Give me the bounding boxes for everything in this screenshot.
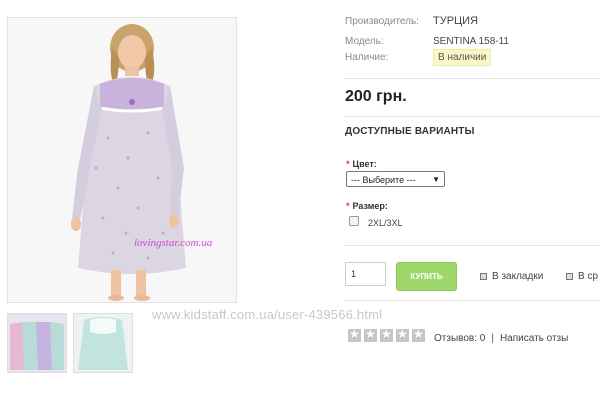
- required-mark: *: [346, 201, 350, 211]
- divider: [344, 116, 600, 117]
- size-label: * Размер:: [346, 201, 388, 211]
- star-icon: [380, 327, 393, 342]
- manufacturer-value: ТУРЦИЯ: [433, 15, 479, 27]
- bookmark-icon: [480, 272, 487, 280]
- image-watermark: lovingstar.com.ua: [134, 237, 213, 249]
- star-icon: [348, 327, 361, 342]
- color-select-value: --- Выберите ---: [351, 175, 416, 185]
- compare-label: В ср: [578, 271, 599, 282]
- stock-badge: В наличии: [433, 49, 492, 66]
- required-mark: *: [346, 159, 350, 169]
- product-photo: [8, 18, 236, 302]
- product-price: 200 грн.: [345, 88, 407, 105]
- model-row: Модель: SENTINA 158-11: [345, 36, 509, 47]
- thumbnail-2-image: [74, 314, 132, 372]
- reviews-count-link[interactable]: Отзывов: 0: [434, 333, 485, 344]
- thumbnail-2[interactable]: [73, 313, 133, 373]
- stock-row: Наличие: В наличии: [345, 49, 492, 66]
- size-option-label: 2XL/3XL: [368, 218, 403, 228]
- manufacturer-row: Производитель: ТУРЦИЯ: [345, 15, 478, 27]
- product-main-image[interactable]: lovingstar.com.ua: [7, 17, 237, 303]
- site-watermark: www.kidstaff.com.ua/user-439566.html: [152, 307, 383, 322]
- model-label: Модель:: [345, 36, 384, 47]
- reviews-bar: Отзывов: 0 | Написать отзы: [434, 333, 568, 344]
- color-label: * Цвет:: [346, 159, 377, 169]
- quantity-input[interactable]: 1: [345, 262, 386, 286]
- divider: [344, 245, 600, 246]
- model-value: SENTINA 158-11: [433, 36, 509, 47]
- size-checkbox[interactable]: [349, 216, 359, 226]
- size-label-text: Размер:: [352, 201, 388, 211]
- divider: [344, 78, 600, 79]
- stock-label: Наличие:: [345, 52, 389, 63]
- star-icon: [364, 327, 377, 342]
- options-title: ДОСТУПНЫЕ ВАРИАНТЫ: [345, 126, 475, 137]
- rating-stars: [348, 327, 428, 347]
- star-icon: [412, 327, 425, 342]
- thumbnail-1-image: [8, 314, 66, 372]
- star-icon: [396, 327, 409, 342]
- buy-button[interactable]: КУПИТЬ: [396, 262, 457, 291]
- write-review-link[interactable]: Написать отзы: [500, 333, 568, 344]
- separator: |: [491, 333, 494, 344]
- thumbnail-1[interactable]: [7, 313, 67, 373]
- manufacturer-label: Производитель:: [345, 16, 419, 27]
- compare-link[interactable]: В ср: [566, 271, 598, 282]
- divider: [344, 300, 600, 301]
- compare-icon: [566, 272, 573, 280]
- bookmark-label: В закладки: [492, 271, 544, 282]
- color-select[interactable]: --- Выберите --- ▼: [346, 171, 445, 187]
- bookmark-link[interactable]: В закладки: [480, 271, 543, 282]
- dropdown-arrow-icon: ▼: [432, 175, 440, 184]
- color-label-text: Цвет:: [352, 159, 377, 169]
